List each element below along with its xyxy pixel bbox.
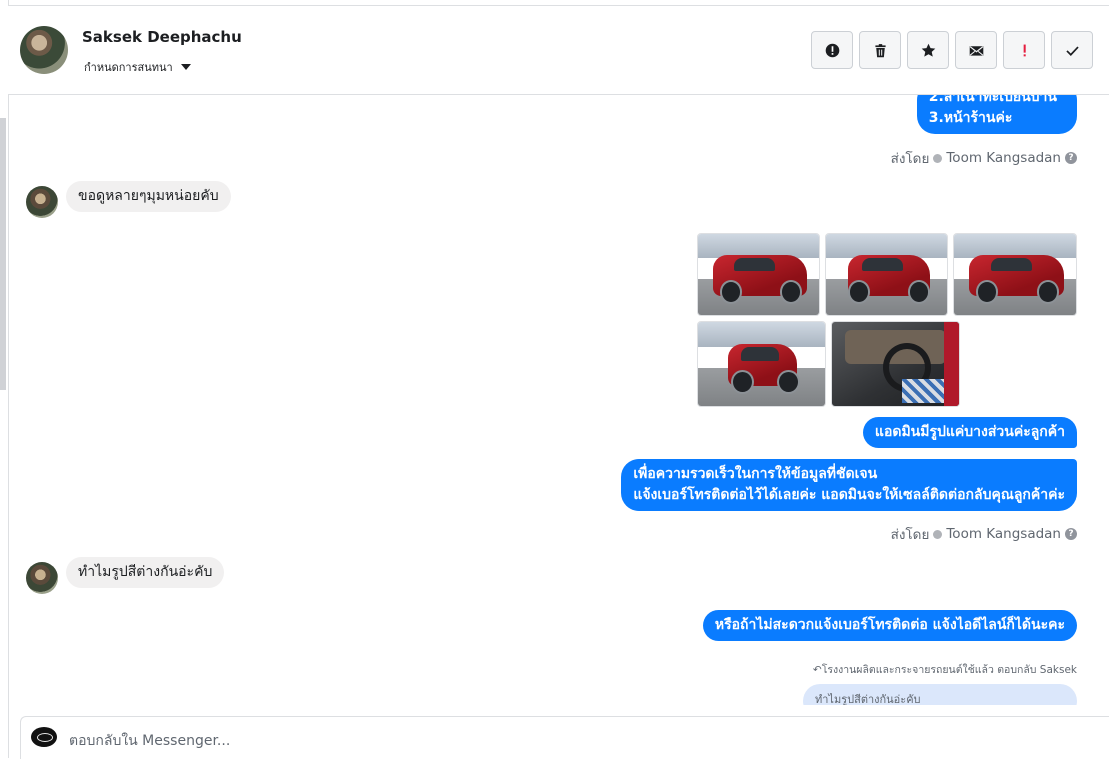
sent-by-label: ส่งโดย Toom Kangsadan ?: [891, 147, 1077, 169]
outgoing-message[interactable]: 2.สำเนาทะเบียนบ้าน 3.หน้าร้านค่ะ: [916, 95, 1077, 134]
photo-attachment[interactable]: [697, 321, 826, 407]
photo-attachment[interactable]: [825, 233, 948, 316]
message-line: 3.หน้าร้านค่ะ: [928, 110, 1013, 126]
priority-icon: [1023, 44, 1026, 56]
verified-icon: [933, 153, 943, 163]
spam-alert-icon: [825, 43, 839, 57]
contact-avatar[interactable]: [20, 26, 68, 74]
message-line: แจ้งเบอร์โทรติดต่อไว้ได้เลยค่ะ แอดมินจะใ…: [633, 487, 1065, 503]
reply-context: ↶โรงงานผลิตและกระจายรถยนต์ใช้แล้ว ตอบกลั…: [812, 664, 1077, 676]
conversation-options-label: กำหนดการสนทนา: [84, 61, 173, 74]
help-icon[interactable]: ?: [1065, 528, 1077, 540]
help-icon[interactable]: ?: [1065, 152, 1077, 164]
reply-composer[interactable]: ตอบกลับใน Messenger...: [20, 716, 1109, 759]
contact-avatar-small[interactable]: [26, 562, 58, 594]
caret-down-icon: [180, 64, 191, 70]
star-icon: [921, 43, 935, 57]
conversation-header: Saksek Deephachu กำหนดการสนทนา: [8, 6, 1109, 95]
photo-attachment[interactable]: [697, 233, 820, 316]
mark-done-button[interactable]: [1051, 31, 1093, 69]
mail-icon: [969, 45, 983, 56]
verified-icon: [933, 529, 943, 539]
scrollbar-thumb[interactable]: [0, 118, 6, 390]
trash-icon: [874, 43, 886, 57]
contact-avatar-small[interactable]: [26, 186, 58, 218]
incoming-message[interactable]: ทำไมรูปสีต่างกันอ่ะคับ: [66, 557, 225, 588]
conversation-options[interactable]: กำหนดการสนทนา: [84, 58, 191, 76]
done-check-icon: [1065, 46, 1079, 56]
spam-alert-button[interactable]: [811, 31, 853, 69]
sent-by-name[interactable]: Toom Kangsadan: [946, 526, 1061, 542]
photo-attachment[interactable]: [831, 321, 960, 407]
message-line: 2.สำเนาทะเบียนบ้าน: [928, 95, 1057, 105]
incoming-message[interactable]: ขอดูหลายๆมุมหน่อยคับ: [66, 181, 231, 212]
outgoing-message[interactable]: เพื่อความรวดเร็วในการให้ข้อมูลที่ชัดเจน …: [621, 459, 1077, 511]
header-actions: [811, 31, 1093, 69]
sent-by-prefix: ส่งโดย: [890, 151, 930, 167]
mail-button[interactable]: [955, 31, 997, 69]
delete-button[interactable]: [859, 31, 901, 69]
contact-name[interactable]: Saksek Deephachu: [82, 28, 242, 46]
quoted-message[interactable]: ทำไมรูปสีต่างกันอ่ะคับ: [803, 684, 1077, 705]
message-line: เพื่อความรวดเร็วในการให้ข้อมูลที่ชัดเจน: [633, 466, 878, 482]
photo-attachment[interactable]: [953, 233, 1077, 316]
star-button[interactable]: [907, 31, 949, 69]
message-input[interactable]: ตอบกลับใน Messenger...: [69, 730, 230, 752]
sent-by-label: ส่งโดย Toom Kangsadan ?: [891, 523, 1077, 545]
message-thread[interactable]: 2.สำเนาทะเบียนบ้าน 3.หน้าร้านค่ะ ส่งโดย …: [8, 95, 1109, 705]
priority-button[interactable]: [1003, 31, 1045, 69]
page-avatar: [31, 727, 57, 747]
sent-by-name[interactable]: Toom Kangsadan: [946, 150, 1061, 166]
sent-by-prefix: ส่งโดย: [890, 527, 930, 543]
outgoing-message[interactable]: แอดมินมีรูปแค่บางส่วนค่ะลูกค้า: [862, 417, 1077, 448]
outgoing-message[interactable]: หรือถ้าไม่สะดวกแจ้งเบอร์โทรติดต่อ แจ้งไอ…: [702, 610, 1077, 641]
